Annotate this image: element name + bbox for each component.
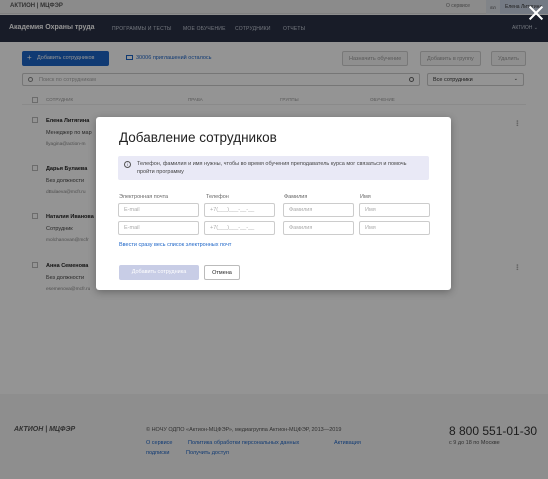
- cancel-button[interactable]: Отмена: [204, 265, 240, 280]
- dialog-title: Добавление сотрудников: [119, 130, 277, 145]
- lastname-field[interactable]: Фамилия: [283, 221, 354, 235]
- info-banner: i Телефон, фамилия и имя нужны, чтобы во…: [118, 156, 429, 180]
- firstname-field[interactable]: Имя: [359, 203, 430, 217]
- close-icon[interactable]: [528, 5, 544, 21]
- submit-add-employee-button[interactable]: Добавить сотрудника: [119, 265, 199, 280]
- phone-field[interactable]: +7(___)___-__-__: [204, 203, 275, 217]
- firstname-field[interactable]: Имя: [359, 221, 430, 235]
- lastname-label: Фамилия: [284, 194, 308, 200]
- phone-label: Телефон: [206, 194, 229, 200]
- bulk-email-link[interactable]: Ввести сразу весь список электронных поч…: [119, 242, 231, 248]
- add-employees-dialog: Добавление сотрудников i Телефон, фамили…: [96, 117, 451, 290]
- info-text: Телефон, фамилия и имя нужны, чтобы во в…: [137, 161, 407, 175]
- email-field[interactable]: E-mail: [118, 221, 199, 235]
- email-label: Электронная почта: [119, 194, 169, 200]
- email-field[interactable]: E-mail: [118, 203, 199, 217]
- lastname-field[interactable]: Фамилия: [283, 203, 354, 217]
- phone-field[interactable]: +7(___)___-__-__: [204, 221, 275, 235]
- info-icon: i: [124, 161, 131, 168]
- firstname-label: Имя: [360, 194, 371, 200]
